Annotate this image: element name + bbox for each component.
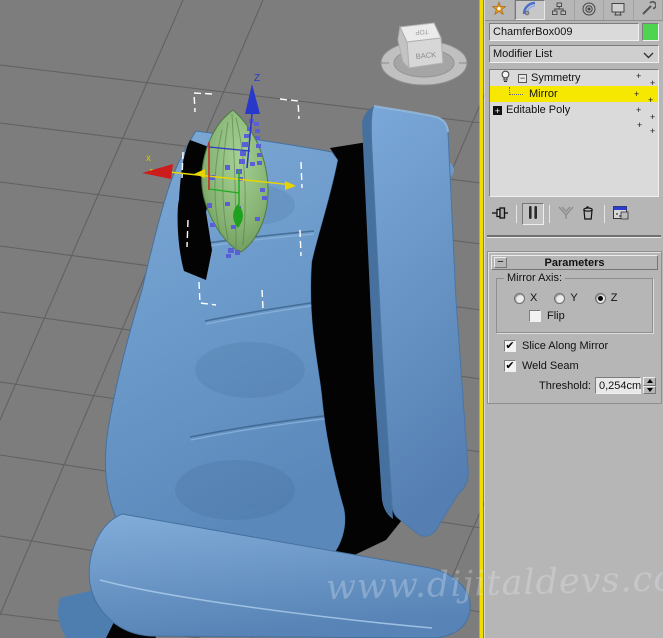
tab-utilities[interactable] [633,0,663,20]
threshold-label: Threshold: [539,380,591,392]
triangle-up-icon [646,379,653,384]
modifier-list-label: Modifier List [493,48,553,60]
slice-checkbox-row[interactable]: ✔ Slice Along Mirror [504,340,608,352]
tab-create[interactable] [485,0,515,20]
collapse-minus-icon[interactable]: − [518,73,527,83]
configure-modifier-sets-icon [612,205,630,224]
z-axis-label: Z [254,73,260,84]
parameters-rollout: − Parameters Mirror Axis: X Y Z Flip ✔ S… [487,251,662,404]
toolbar-separator [604,205,605,223]
radio-x[interactable]: X [514,292,537,304]
configure-modifier-sets-button[interactable] [610,203,632,225]
slice-along-mirror-label: Slice Along Mirror [522,340,609,352]
make-unique-icon [557,205,575,224]
rollout-header[interactable]: − Parameters [491,255,658,270]
speckle-plus: + [637,120,643,130]
stack-toolbar [489,201,659,227]
flip-label: Flip [547,310,565,322]
viewcube-top-label[interactable]: TOP [415,28,429,36]
make-unique-button[interactable] [555,203,577,225]
radio-z-label: Z [610,292,618,304]
show-end-result-icon [527,205,539,224]
modifier-list-dropdown[interactable]: Modifier List [489,45,659,63]
tree-branch-line [509,87,523,95]
utilities-icon [640,0,657,20]
expand-plus-icon[interactable]: + [493,105,502,115]
tab-modify[interactable] [514,0,545,20]
triangle-down-icon [646,387,653,392]
modifier-stack: − Symmetry Mirror + Editable Poly + + + … [489,69,659,197]
threshold-spinner [643,377,656,394]
radio-x-circle[interactable] [514,292,525,304]
radio-z-circle[interactable] [594,292,606,304]
motion-icon [581,1,597,20]
remove-modifier-icon [580,205,596,224]
command-panel: ChamferBox009 Modifier List − Symmetry M… [484,0,663,638]
spinner-up-button[interactable] [643,377,656,386]
mirror-axis-group: Mirror Axis: X Y Z Flip [496,272,653,333]
weld-checkbox-row[interactable]: ✔ Weld Seam [504,360,579,372]
modifier-label[interactable]: Symmetry [531,72,581,84]
spinner-down-button[interactable] [643,385,656,394]
stack-row-editable-poly[interactable]: + Editable Poly [490,102,658,118]
display-icon [610,1,626,20]
radio-y-label: Y [570,292,578,304]
hierarchy-icon [551,1,567,20]
panel-divider [487,235,661,238]
pin-stack-button[interactable] [489,203,511,225]
object-color-swatch[interactable] [642,23,659,41]
flip-checkbox[interactable] [529,310,541,322]
flip-checkbox-row[interactable]: Flip [529,310,565,322]
tab-motion[interactable] [574,0,604,20]
show-end-result-button[interactable] [522,203,544,225]
weld-seam-label: Weld Seam [522,360,579,372]
mirror-axis-group-label: Mirror Axis: [504,272,565,284]
remove-modifier-button[interactable] [577,203,599,225]
modify-icon [522,1,538,20]
toolbar-separator [549,205,550,223]
radio-x-label: X [530,292,538,304]
subobject-label[interactable]: Mirror [529,88,558,100]
tab-display[interactable] [604,0,634,20]
viewport[interactable]: TOP BACK x Z [0,0,663,638]
rollout-title: Parameters [544,256,605,269]
lightbulb-icon[interactable] [500,70,511,86]
stack-row-mirror[interactable]: Mirror [490,86,658,102]
slice-along-mirror-checkbox[interactable]: ✔ [504,340,516,352]
stack-row-symmetry[interactable]: − Symmetry [490,70,658,86]
weld-seam-checkbox[interactable]: ✔ [504,360,516,372]
command-panel-tabs [485,0,663,21]
object-name-field[interactable]: ChamferBox009 [489,23,639,41]
pin-stack-icon [491,205,509,224]
threshold-input[interactable]: 0,254cm [595,377,641,394]
create-icon [491,0,507,20]
tab-hierarchy[interactable] [545,0,575,20]
collapse-rollout-button[interactable]: − [494,257,507,268]
speckle-plus: + [650,126,656,136]
base-object-label[interactable]: Editable Poly [506,104,570,116]
chevron-down-icon [643,50,654,62]
toolbar-separator [516,205,517,223]
active-viewport-border [479,0,483,638]
radio-z[interactable]: Z [594,292,618,304]
viewcube-cube[interactable]: TOP BACK [397,22,444,70]
radio-y[interactable]: Y [554,292,578,304]
radio-y-circle[interactable] [554,292,566,304]
x-axis-label: x [146,153,151,164]
